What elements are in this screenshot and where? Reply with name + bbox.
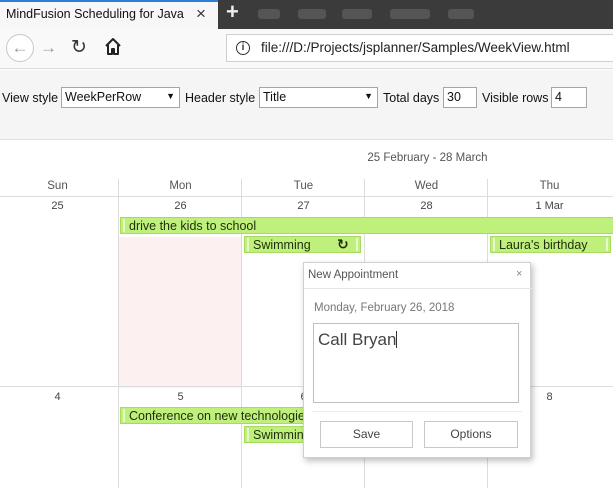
visible-rows-input[interactable]: 4	[551, 87, 587, 108]
tab-title: MindFusion Scheduling for JavaScript	[6, 7, 184, 21]
day-header-mon: Mon	[169, 180, 192, 192]
browser-nav-bar: ← → ↻ i file:///D:/Projects/jsplanner/Sa…	[0, 29, 613, 69]
calendar-title: 25 February - 28 March	[367, 152, 488, 164]
event-handle	[247, 238, 249, 251]
appointment-date: Monday, February 26, 2018	[314, 302, 455, 314]
appointment-subject-input[interactable]: Call Bryan	[313, 323, 519, 403]
header-style-value: Title	[263, 90, 287, 104]
new-tab-icon[interactable]: +	[226, 0, 239, 25]
day-header-tue: Tue	[293, 180, 314, 192]
event-handle	[247, 428, 249, 441]
day-number[interactable]: 4	[0, 391, 119, 403]
tab-close-icon[interactable]: ×	[196, 4, 206, 24]
total-days-input[interactable]: 30	[443, 87, 477, 108]
day-number[interactable]: 25	[0, 200, 119, 212]
view-style-select[interactable]: WeekPerRow ▼	[61, 87, 180, 108]
day-header-wed: Wed	[414, 180, 439, 192]
header-style-select[interactable]: Title ▼	[259, 87, 378, 108]
home-icon[interactable]	[104, 37, 122, 57]
day-number[interactable]: 27	[242, 200, 365, 212]
day-header-sun: Sun	[47, 180, 68, 192]
dialog-divider	[304, 288, 532, 289]
menu-placeholder	[448, 9, 474, 19]
view-style-label: View style	[2, 91, 59, 105]
options-button[interactable]: Options	[424, 421, 518, 448]
new-appointment-dialog: New Appointment × Monday, February 26, 2…	[303, 262, 532, 458]
menu-placeholder	[390, 9, 430, 19]
dialog-divider	[312, 411, 522, 412]
day-number[interactable]: 5	[119, 391, 242, 403]
event-label: drive the kids to school	[129, 219, 257, 233]
day-number[interactable]: 28	[365, 200, 488, 212]
day-number[interactable]: 26	[119, 200, 242, 212]
close-icon[interactable]: ×	[516, 268, 522, 280]
reload-button[interactable]: ↻	[71, 36, 87, 59]
visible-rows-label: Visible rows	[482, 91, 549, 105]
day-header-thu: Thu	[539, 180, 560, 192]
day-number[interactable]: 1 Mar	[488, 200, 611, 212]
event-handle	[493, 238, 495, 251]
back-button[interactable]: ←	[6, 34, 34, 62]
menu-placeholder	[298, 9, 326, 19]
selected-day-cell[interactable]	[119, 237, 241, 388]
view-style-value: WeekPerRow	[65, 90, 142, 104]
info-icon[interactable]: i	[236, 41, 250, 55]
event-handle	[356, 238, 358, 251]
event-drive-kids[interactable]: drive the kids to school	[120, 217, 613, 234]
browser-tab[interactable]: MindFusion Scheduling for JavaScript ×	[0, 0, 218, 29]
grid-line	[118, 179, 119, 488]
header-style-label: Header style	[185, 91, 256, 105]
address-bar[interactable]: i file:///D:/Projects/jsplanner/Samples/…	[226, 34, 613, 62]
url-text: file:///D:/Projects/jsplanner/Samples/We…	[261, 40, 570, 55]
dialog-title: New Appointment	[308, 269, 399, 281]
browser-tab-bar: MindFusion Scheduling for JavaScript × +	[0, 0, 613, 29]
event-handle	[606, 238, 608, 251]
text-caret	[396, 331, 398, 348]
forward-button[interactable]: →	[40, 38, 57, 58]
event-label: Swimming	[253, 428, 311, 442]
total-days-label: Total days	[383, 91, 440, 105]
event-lauras-birthday[interactable]: Laura's birthday	[490, 236, 611, 253]
recurrence-icon: ↻	[337, 236, 349, 252]
event-label: Swimming	[253, 238, 311, 252]
chevron-down-icon: ▼	[364, 91, 373, 101]
save-button[interactable]: Save	[320, 421, 413, 448]
event-handle	[123, 409, 125, 422]
options-toolbar: View style WeekPerRow ▼ Header style Tit…	[0, 70, 613, 140]
menu-placeholder	[258, 9, 280, 19]
menu-placeholder	[342, 9, 372, 19]
appointment-subject-text: Call Bryan	[318, 330, 397, 349]
event-label: Conference on new technologies	[129, 409, 312, 423]
event-swimming[interactable]: Swimming ↻	[244, 236, 361, 253]
grid-line	[0, 196, 613, 197]
chevron-down-icon: ▼	[166, 91, 175, 101]
event-handle	[123, 219, 125, 232]
event-label: Laura's birthday	[499, 238, 588, 252]
